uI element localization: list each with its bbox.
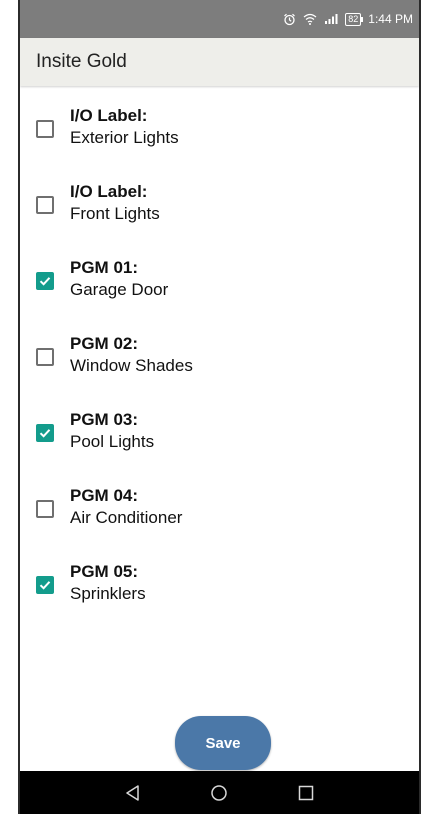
list-item[interactable]: PGM 03: Pool Lights (20, 400, 419, 476)
output-list: I/O Label: Exterior Lights I/O Label: Fr… (20, 96, 419, 628)
alarm-icon (283, 13, 296, 26)
list-item[interactable]: I/O Label: Front Lights (20, 172, 419, 248)
item-label: PGM 02: (70, 334, 139, 353)
item-value: Front Lights (70, 204, 160, 223)
item-value: Window Shades (70, 356, 193, 375)
wifi-icon (303, 13, 317, 25)
recents-icon[interactable] (297, 784, 315, 802)
checkbox[interactable] (36, 272, 54, 290)
check-icon (39, 277, 51, 286)
item-label: PGM 04: (70, 486, 139, 505)
app-bar: Insite Gold (20, 38, 419, 86)
list-item[interactable]: PGM 01: Garage Door (20, 248, 419, 324)
item-value: Exterior Lights (70, 128, 179, 147)
status-bar: 82 1:44 PM (20, 0, 419, 38)
battery-icon: 82 (345, 12, 364, 26)
item-label: I/O Label: (70, 182, 148, 201)
item-label: PGM 01: (70, 258, 139, 277)
checkbox[interactable] (36, 196, 54, 214)
item-value: Pool Lights (70, 432, 155, 451)
checkbox[interactable] (36, 348, 54, 366)
checkbox[interactable] (36, 500, 54, 518)
status-time: 1:44 PM (368, 12, 413, 26)
checkbox[interactable] (36, 576, 54, 594)
list-item[interactable]: PGM 02: Window Shades (20, 324, 419, 400)
navigation-bar (20, 771, 419, 814)
save-button[interactable]: Save (175, 716, 271, 770)
home-icon[interactable] (210, 784, 228, 802)
list-item[interactable]: PGM 05: Sprinklers (20, 552, 419, 628)
phone-screen: 82 1:44 PM Insite Gold I/O Label: Exteri… (18, 0, 421, 814)
battery-level: 82 (348, 13, 359, 24)
list-item[interactable]: I/O Label: Exterior Lights (20, 96, 419, 172)
list-item[interactable]: PGM 04: Air Conditioner (20, 476, 419, 552)
item-value: Sprinklers (70, 584, 146, 603)
check-icon (39, 429, 51, 438)
item-label: PGM 03: (70, 410, 139, 429)
item-value: Air Conditioner (70, 508, 183, 527)
item-label: I/O Label: (70, 106, 148, 125)
check-icon (39, 581, 51, 590)
item-value: Garage Door (70, 280, 169, 299)
app-title: Insite Gold (36, 51, 127, 72)
checkbox[interactable] (36, 120, 54, 138)
back-icon[interactable] (124, 784, 142, 802)
item-label: PGM 05: (70, 562, 139, 581)
checkbox[interactable] (36, 424, 54, 442)
signal-icon (324, 13, 338, 25)
